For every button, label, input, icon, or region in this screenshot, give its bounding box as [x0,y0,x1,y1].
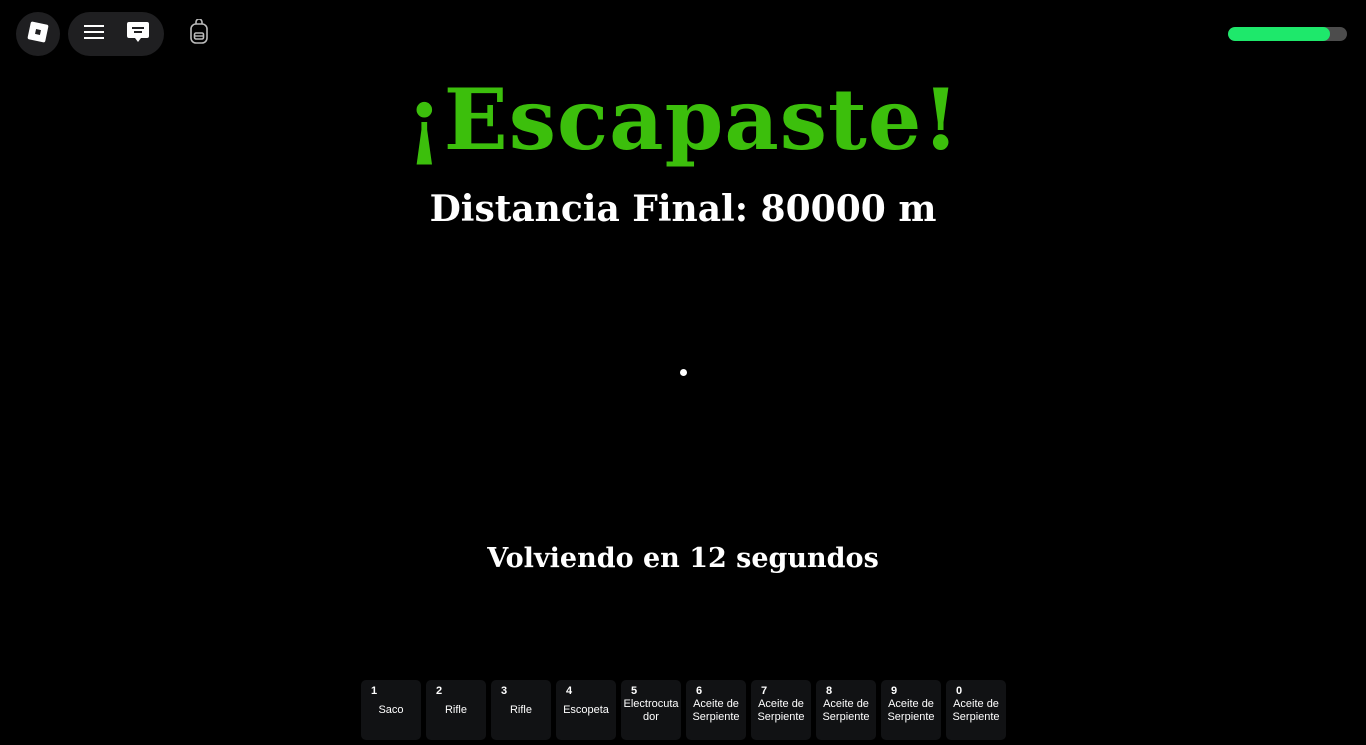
escape-title: ¡Escapaste! [405,70,961,169]
hotbar-slot-4[interactable]: 4 Escopeta [556,680,616,740]
hamburger-menu-icon [83,23,105,45]
hotbar-slot-1[interactable]: 1 Saco [361,680,421,740]
final-distance-text: Distancia Final: 80000 m [429,188,937,230]
slot-item-label: Electrocutador [623,697,679,723]
hotbar-slot-3[interactable]: 3 Rifle [491,680,551,740]
slot-item-label: Aceite de Serpiente [952,697,1000,723]
hotbar-slot-6[interactable]: 6 Aceite de Serpiente [686,680,746,740]
hotbar-slot-7[interactable]: 7 Aceite de Serpiente [751,680,811,740]
roblox-menu-button[interactable] [16,12,60,56]
crosshair-dot [680,369,687,376]
hotbar-slot-0[interactable]: 0 Aceite de Serpiente [946,680,1006,740]
slot-item-label: Aceite de Serpiente [887,697,935,723]
return-countdown-text: Volviendo en 12 segundos [487,543,879,574]
chat-icon [125,19,151,49]
backpack-button[interactable] [180,14,218,54]
hotbar-slot-5[interactable]: 5 Electrocutador [621,680,681,740]
hotbar-slot-2[interactable]: 2 Rifle [426,680,486,740]
health-bar [1228,27,1347,41]
slot-item-label: Saco [378,704,404,716]
hamburger-menu-button[interactable] [74,14,114,54]
hotbar-slot-8[interactable]: 8 Aceite de Serpiente [816,680,876,740]
chat-button[interactable] [118,14,158,54]
topbar-controls [68,12,164,56]
slot-item-label: Aceite de Serpiente [692,697,740,723]
slot-item-label: Rifle [444,704,467,716]
roblox-logo-icon [26,20,50,48]
slot-item-label: Rifle [509,704,532,716]
backpack-icon [188,18,210,49]
slot-item-label: Aceite de Serpiente [757,697,805,723]
health-bar-fill [1228,27,1331,41]
slot-item-label: Aceite de Serpiente [822,697,870,723]
hotbar-slot-9[interactable]: 9 Aceite de Serpiente [881,680,941,740]
hotbar: 1 Saco 2 Rifle 3 Rifle 4 Escopeta 5 Elec… [361,680,1006,740]
slot-item-label: Escopeta [563,704,609,716]
